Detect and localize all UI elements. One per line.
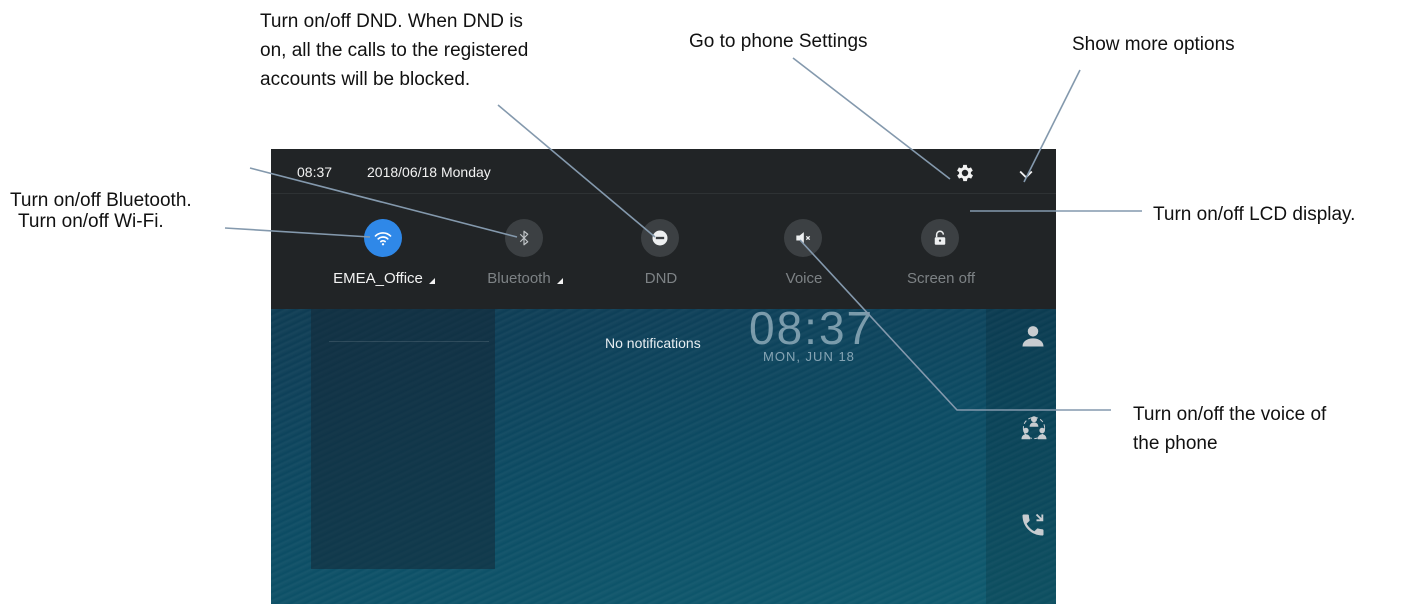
shade-divider <box>271 193 1056 194</box>
group-icon[interactable] <box>1019 413 1049 443</box>
home-clock: 08:37 <box>749 302 875 354</box>
callout-more-options: Show more options <box>1072 34 1235 55</box>
home-date: MON, JUN 18 <box>763 349 855 364</box>
tile-dnd-label: DND <box>644 270 678 287</box>
callout-settings: Go to phone Settings <box>689 31 868 52</box>
tile-wifi[interactable]: EMEA_Office <box>324 219 444 299</box>
dnd-icon <box>641 219 679 257</box>
gear-icon[interactable] <box>954 162 976 184</box>
status-time: 08:37 <box>297 164 333 180</box>
bluetooth-icon <box>505 219 543 257</box>
lock-icon <box>921 219 959 257</box>
phone-screen: 08:37 MON, JUN 18 No notifications 08:37… <box>271 149 1056 604</box>
notification-shade: 08:37 2018/06/18 Monday EMEA_Office Blue… <box>271 149 1056 309</box>
callout-voice-line-2: the phone <box>1133 433 1218 454</box>
tile-voice-label: Voice <box>785 270 823 287</box>
status-date: 2018/06/18 Monday <box>367 164 491 180</box>
callout-voice: Turn on/off the voice of the phone <box>1133 400 1326 458</box>
tile-bluetooth-label: Bluetooth <box>487 270 551 287</box>
panel-divider <box>329 341 489 342</box>
expand-triangle-icon <box>428 278 435 284</box>
chevron-down-icon[interactable] <box>1016 164 1036 184</box>
expand-triangle-icon <box>556 278 563 284</box>
volume-mute-icon <box>784 219 822 257</box>
tile-dnd[interactable]: DND <box>601 219 721 299</box>
home-panel <box>311 301 495 569</box>
tile-voice[interactable]: Voice <box>744 219 864 299</box>
contact-icon[interactable] <box>1019 322 1047 350</box>
no-notifications-text: No notifications <box>605 335 701 351</box>
tile-wifi-label: EMEA_Office <box>333 270 423 287</box>
callout-dnd: Turn on/off DND. When DND is on, all the… <box>260 7 528 94</box>
callout-voice-line-1: Turn on/off the voice of <box>1133 404 1327 425</box>
callout-lcd: Turn on/off LCD display. <box>1153 204 1356 225</box>
tile-screen-off-label: Screen off <box>906 270 976 287</box>
callout-wifi: Turn on/off Wi-Fi. <box>18 211 164 232</box>
call-history-icon[interactable] <box>1019 511 1047 539</box>
tile-screen-off[interactable]: Screen off <box>881 219 1001 299</box>
callout-dnd-line-3: accounts will be blocked. <box>260 69 471 90</box>
callout-dnd-line-1: Turn on/off DND. When DND is <box>260 11 523 32</box>
wifi-icon <box>364 219 402 257</box>
tile-bluetooth[interactable]: Bluetooth <box>465 219 585 299</box>
callout-dnd-line-2: on, all the calls to the registered <box>260 40 529 61</box>
